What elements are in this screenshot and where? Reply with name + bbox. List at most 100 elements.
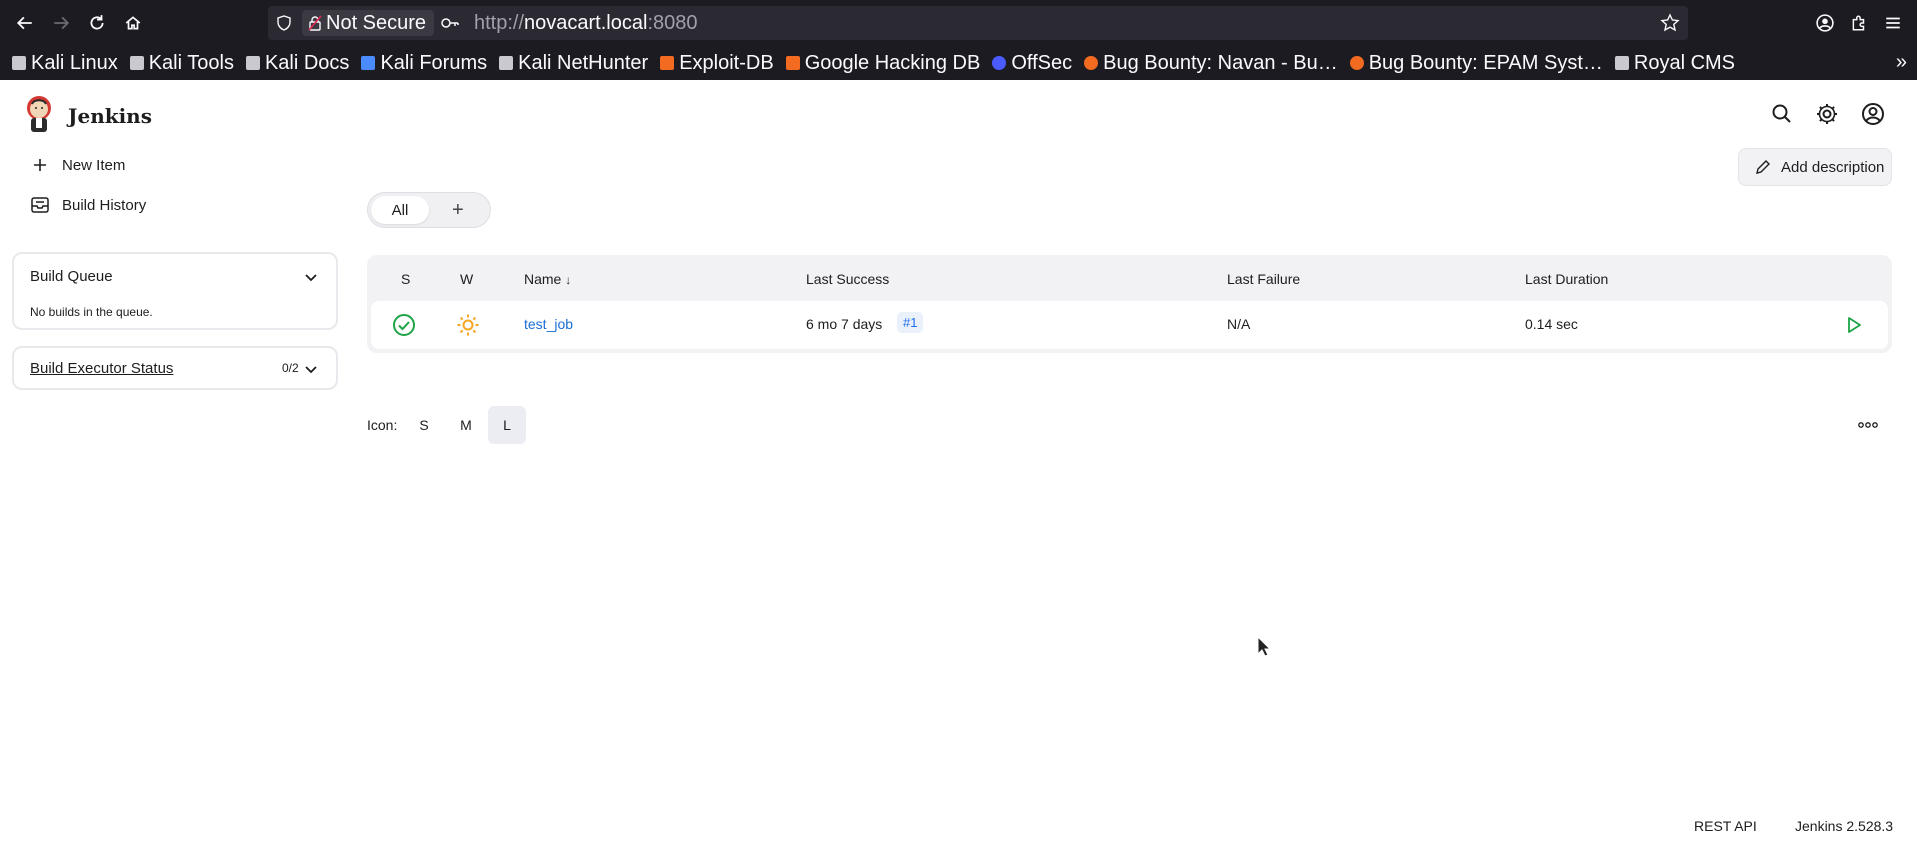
build-number-badge[interactable]: #1 (897, 312, 924, 333)
column-header-weather[interactable]: W (460, 271, 473, 287)
column-header-name[interactable]: Name ↓ (524, 271, 571, 287)
table-row: test_job 6 mo 7 days #1 N/A 0.14 sec (371, 301, 1888, 349)
icon-size-s-button[interactable]: S (405, 406, 443, 444)
rest-api-link[interactable]: REST API (1694, 818, 1757, 834)
bookmark-label: Google Hacking DB (804, 51, 981, 74)
icon-size-m-button[interactable]: M (447, 406, 485, 444)
back-button[interactable] (12, 10, 38, 36)
gear-icon[interactable] (1815, 102, 1839, 126)
job-name-link[interactable]: test_job (524, 316, 573, 332)
reload-button[interactable] (84, 10, 110, 36)
more-options-icon[interactable] (1858, 420, 1878, 430)
build-queue-title[interactable]: Build Queue (30, 268, 113, 285)
account-button[interactable] (1812, 10, 1838, 36)
new-item-label: New Item (62, 156, 126, 174)
bookmark-item[interactable]: Bug Bounty: Navan - Bu… (1084, 52, 1338, 75)
insecure-lock-icon (308, 15, 322, 31)
extensions-button[interactable] (1846, 10, 1872, 36)
jenkins-version-link[interactable]: Jenkins 2.528.3 (1795, 818, 1893, 834)
chevron-down-icon[interactable] (304, 362, 318, 376)
kali-icon (12, 56, 26, 70)
menu-button[interactable] (1880, 10, 1906, 36)
bookmark-label: OffSec (1011, 51, 1073, 74)
column-header-name-label: Name (524, 271, 562, 287)
bookmark-label: Bug Bounty: Navan - Bu… (1103, 51, 1338, 74)
url-protocol: http:// (474, 12, 525, 34)
icon-size-selector: Icon: S M L (367, 406, 567, 444)
last-failure-value: N/A (1227, 316, 1251, 332)
icon-size-l-button[interactable]: L (488, 406, 526, 444)
bookmark-label: Kali Tools (148, 51, 234, 74)
jenkins-header: Jenkins (0, 80, 1917, 150)
build-history-link[interactable]: Build History (30, 195, 146, 215)
build-queue-empty-text: No builds in the queue. (30, 305, 153, 319)
sunny-weather-icon (457, 314, 479, 336)
user-account-icon[interactable] (1861, 102, 1885, 126)
url-port: :8080 (647, 12, 698, 34)
chevron-down-icon[interactable] (304, 270, 318, 284)
bookmark-item[interactable]: Kali Linux (12, 52, 118, 75)
bookmark-item[interactable]: Kali Docs (245, 52, 349, 75)
royal-cms-icon (1614, 56, 1629, 70)
bookmark-item[interactable]: Exploit-DB (660, 51, 774, 75)
forward-arrow-icon (54, 16, 70, 30)
bookmark-label: Kali Forums (380, 51, 488, 74)
sort-down-icon: ↓ (565, 273, 572, 287)
executor-count: 0/2 (282, 361, 299, 375)
kali-forums-icon (361, 56, 376, 70)
exploit-db-icon (660, 56, 675, 70)
kali-icon (499, 56, 514, 70)
bookmark-item[interactable]: Royal CMS (1614, 51, 1736, 75)
bugcrowd-icon (1349, 56, 1364, 70)
puzzle-icon (1852, 15, 1865, 31)
last-duration-value: 0.14 sec (1525, 316, 1578, 332)
build-queue-panel: Build Queue No builds in the queue. (12, 252, 338, 330)
kali-icon (129, 56, 144, 70)
not-secure-label: Not Secure (326, 11, 427, 34)
last-success-value: 6 mo 7 days (806, 316, 883, 332)
url-bar[interactable]: Not Secure http://novacart.local:8080 (268, 6, 1688, 40)
bookmark-label: Kali NetHunter (518, 51, 649, 74)
home-button[interactable] (120, 10, 146, 36)
bookmark-label: Royal CMS (1633, 51, 1736, 74)
forward-button[interactable] (48, 10, 74, 36)
bookmark-label: Exploit-DB (679, 51, 774, 74)
column-header-last-duration[interactable]: Last Duration (1525, 271, 1608, 287)
column-header-status[interactable]: S (401, 271, 410, 287)
browser-toolbar: Not Secure http://novacart.local:8080 (0, 0, 1917, 46)
build-executor-panel: Build Executor Status 0/2 (12, 346, 338, 390)
inbox-icon (30, 195, 50, 215)
bookmarks-overflow-chevron-icon[interactable]: » (1896, 51, 1907, 74)
search-icon[interactable] (1770, 102, 1794, 126)
column-header-last-failure[interactable]: Last Failure (1227, 271, 1300, 287)
view-tabs: All + (367, 192, 491, 228)
url-host: novacart.local (524, 12, 648, 34)
bookmark-item[interactable]: Google Hacking DB (785, 51, 981, 75)
bookmark-item[interactable]: Kali Tools (129, 51, 234, 75)
tab-all[interactable]: All (371, 196, 429, 224)
add-view-button[interactable]: + (452, 199, 464, 222)
new-item-link[interactable]: New Item (30, 155, 125, 175)
not-secure-badge[interactable]: Not Secure (302, 10, 435, 36)
hamburger-icon (1886, 17, 1900, 29)
play-icon[interactable] (1845, 316, 1863, 334)
bookmark-item[interactable]: Kali Forums (361, 52, 487, 75)
ghdb-icon (785, 56, 800, 70)
url-text[interactable]: http://novacart.local:8080 (474, 12, 698, 35)
bugcrowd-icon (1084, 56, 1099, 70)
build-executor-title[interactable]: Build Executor Status (30, 360, 173, 377)
add-description-label: Add description (1781, 158, 1885, 176)
offsec-icon (992, 56, 1007, 70)
add-description-button[interactable]: Add description (1738, 148, 1892, 186)
bookmark-star-icon[interactable] (1660, 13, 1680, 33)
bookmark-item[interactable]: Kali NetHunter (499, 52, 648, 75)
jenkins-title[interactable]: Jenkins (68, 104, 152, 128)
jenkins-logo-icon[interactable] (24, 94, 54, 134)
bookmark-item[interactable]: OffSec (992, 52, 1072, 75)
pencil-icon (1756, 160, 1770, 174)
key-icon[interactable] (440, 13, 460, 33)
jobs-table: S W Name ↓ Last Success Last Failure Las… (367, 255, 1892, 353)
tracking-shield-icon[interactable] (274, 13, 294, 33)
bookmark-item[interactable]: Bug Bounty: EPAM Syst… (1349, 52, 1603, 75)
column-header-last-success[interactable]: Last Success (806, 271, 889, 287)
